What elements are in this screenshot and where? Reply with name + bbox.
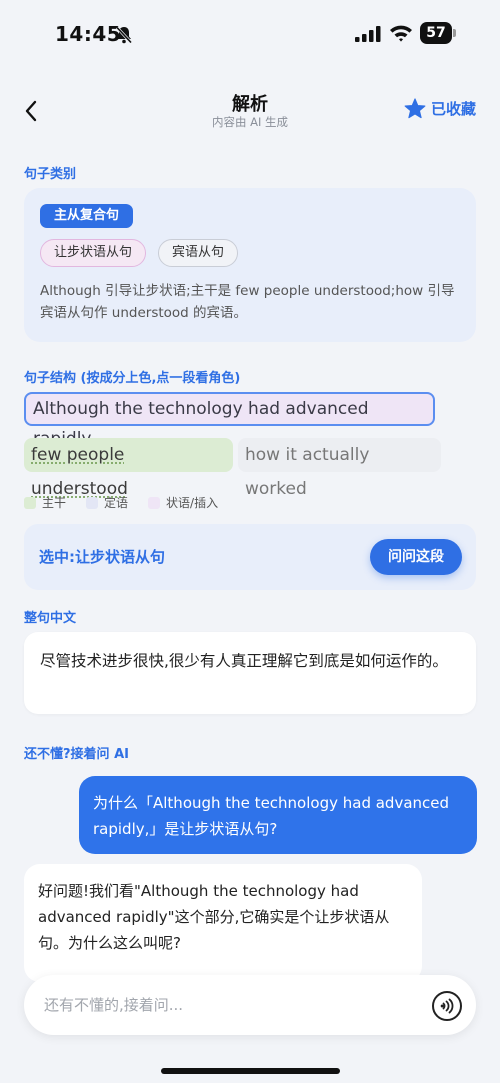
battery-tip bbox=[453, 29, 456, 37]
main-type-badge: 主从复合句 bbox=[40, 204, 134, 228]
structure-heading: 句子结构 (按成分上色,点一段看角色) bbox=[24, 371, 241, 386]
segment-adverbial[interactable]: Although the technology had advanced rap… bbox=[24, 392, 435, 449]
voice-wave-icon bbox=[440, 998, 454, 1014]
translation-heading: 整句中文 bbox=[24, 611, 77, 626]
wifi-icon bbox=[390, 25, 412, 42]
legend-item: 定语 bbox=[86, 494, 128, 511]
legend-item: 状语/插入 bbox=[148, 494, 218, 511]
legend-label: 状语/插入 bbox=[166, 496, 219, 510]
chip-object-clause[interactable]: 宾语从句 bbox=[158, 239, 239, 267]
voice-input-button[interactable] bbox=[432, 991, 462, 1021]
structure-legend: 主干 定语 状语/插入 bbox=[24, 494, 218, 511]
home-indicator bbox=[161, 1068, 340, 1074]
sentence-type-description: Although 引导让步状语;主干是 few people understoo… bbox=[40, 283, 455, 321]
sentence-type-heading: 句子类别 bbox=[24, 167, 77, 182]
battery-level: 57 bbox=[420, 22, 452, 44]
sentence-type-card: 主从复合句 让步状语从句 宾语从句 Although 引导让步状语;主干是 fe… bbox=[24, 188, 476, 342]
legend-swatch-attributive bbox=[86, 496, 99, 509]
star-icon bbox=[404, 98, 426, 119]
bell-muted-icon bbox=[115, 26, 133, 44]
favorite-button[interactable]: 已收藏 bbox=[404, 98, 476, 119]
ask-segment-button[interactable]: 问问这段 bbox=[370, 539, 462, 575]
battery-icon: 57 bbox=[420, 22, 456, 44]
legend-item: 主干 bbox=[24, 494, 66, 511]
legend-swatch-main bbox=[24, 496, 36, 509]
legend-swatch-adverbial bbox=[148, 496, 161, 509]
segment-object[interactable]: how it actually worked bbox=[238, 438, 441, 499]
favorite-label: 已收藏 bbox=[431, 100, 477, 118]
chat-heading: 还不懂?接着问 AI bbox=[24, 747, 129, 762]
segment-main-text: few people understood bbox=[31, 445, 128, 499]
selected-segment-card: 选中:让步状语从句 问问这段 bbox=[24, 524, 476, 590]
status-time: 14:45 bbox=[55, 22, 122, 46]
translation-card: 尽管技术进步很快,很少有人真正理解它到底是如何运作的。 bbox=[24, 632, 476, 714]
selected-segment-label: 选中:让步状语从句 bbox=[39, 548, 165, 566]
signal-icon bbox=[355, 26, 381, 42]
chip-adverbial-clause[interactable]: 让步状语从句 bbox=[40, 239, 147, 267]
ai-message-bubble: 好问题!我们看"Although the technology had adva… bbox=[24, 864, 422, 982]
legend-label: 主干 bbox=[42, 496, 67, 510]
user-message-bubble: 为什么「Although the technology had advanced… bbox=[79, 776, 477, 854]
legend-label: 定语 bbox=[104, 496, 129, 510]
chat-input-bar bbox=[24, 975, 476, 1035]
status-bar: 14:45 57 bbox=[0, 0, 500, 66]
segment-main[interactable]: few people understood bbox=[24, 438, 233, 499]
chat-input[interactable] bbox=[44, 975, 414, 1035]
